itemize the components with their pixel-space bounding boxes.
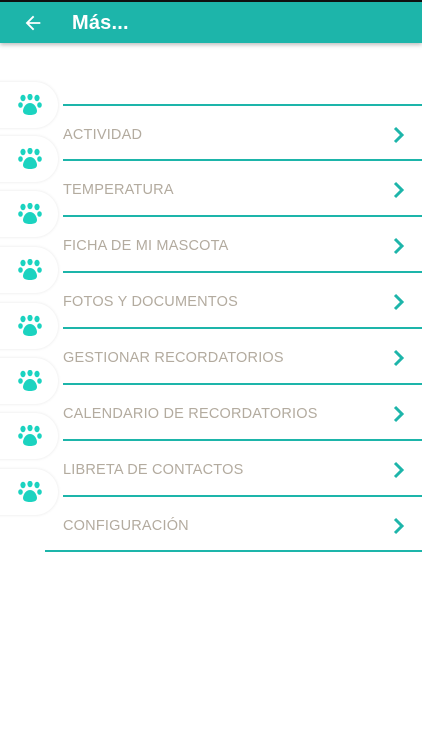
menu-item-temperatura[interactable]: TEMPERATURA xyxy=(0,133,422,199)
menu-item-configuracion[interactable]: CONFIGURACIÓN xyxy=(0,469,422,535)
app-bar: Más... xyxy=(0,2,422,43)
menu-item-label: CONFIGURACIÓN xyxy=(63,518,189,534)
arrow-left-icon xyxy=(25,15,41,31)
menu-item-gestionar-recordatorios[interactable]: GESTIONAR RECORDATORIOS xyxy=(0,301,422,367)
menu-item-calendario-recordatorios[interactable]: CALENDARIO DE RECORDATORIOS xyxy=(0,357,422,423)
back-button[interactable] xyxy=(20,10,46,36)
chevron-right-icon xyxy=(393,517,405,535)
page-title: Más... xyxy=(72,12,129,34)
divider xyxy=(45,550,422,552)
menu-item-libreta-contactos[interactable]: LIBRETA DE CONTACTOS xyxy=(0,413,422,479)
menu-item-fotos-documentos[interactable]: FOTOS Y DOCUMENTOS xyxy=(0,245,422,311)
menu-item-actividad[interactable]: ACTIVIDAD xyxy=(0,78,422,144)
menu-item-ficha-mascota[interactable]: FICHA DE MI MASCOTA xyxy=(0,189,422,255)
